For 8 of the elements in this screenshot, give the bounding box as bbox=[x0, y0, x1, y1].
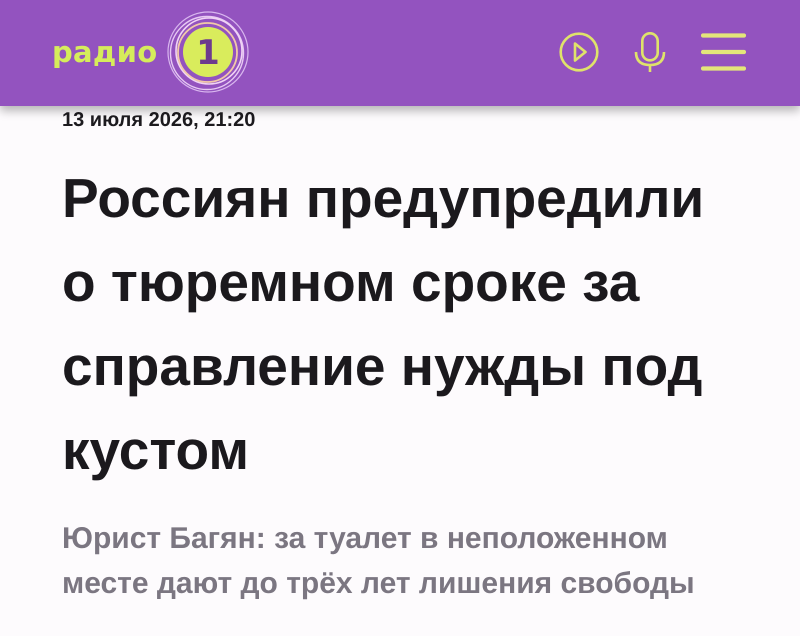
article-headline: Россиян предупредили о тюремном сроке за справление нужды под кустом bbox=[62, 166, 706, 483]
menu-icon[interactable] bbox=[701, 33, 746, 71]
microphone-icon[interactable] bbox=[634, 32, 666, 72]
logo-wordmark[interactable]: радио bbox=[52, 35, 158, 69]
article-subtitle: Юрист Багян: за туалет в неположенном месте дают до трёх лет лишения свободы bbox=[62, 521, 696, 602]
logo-emblem[interactable]: 1 bbox=[166, 10, 250, 94]
publication-date: 13 июля 2026, 21:20 bbox=[62, 108, 256, 132]
play-icon[interactable] bbox=[559, 32, 599, 72]
